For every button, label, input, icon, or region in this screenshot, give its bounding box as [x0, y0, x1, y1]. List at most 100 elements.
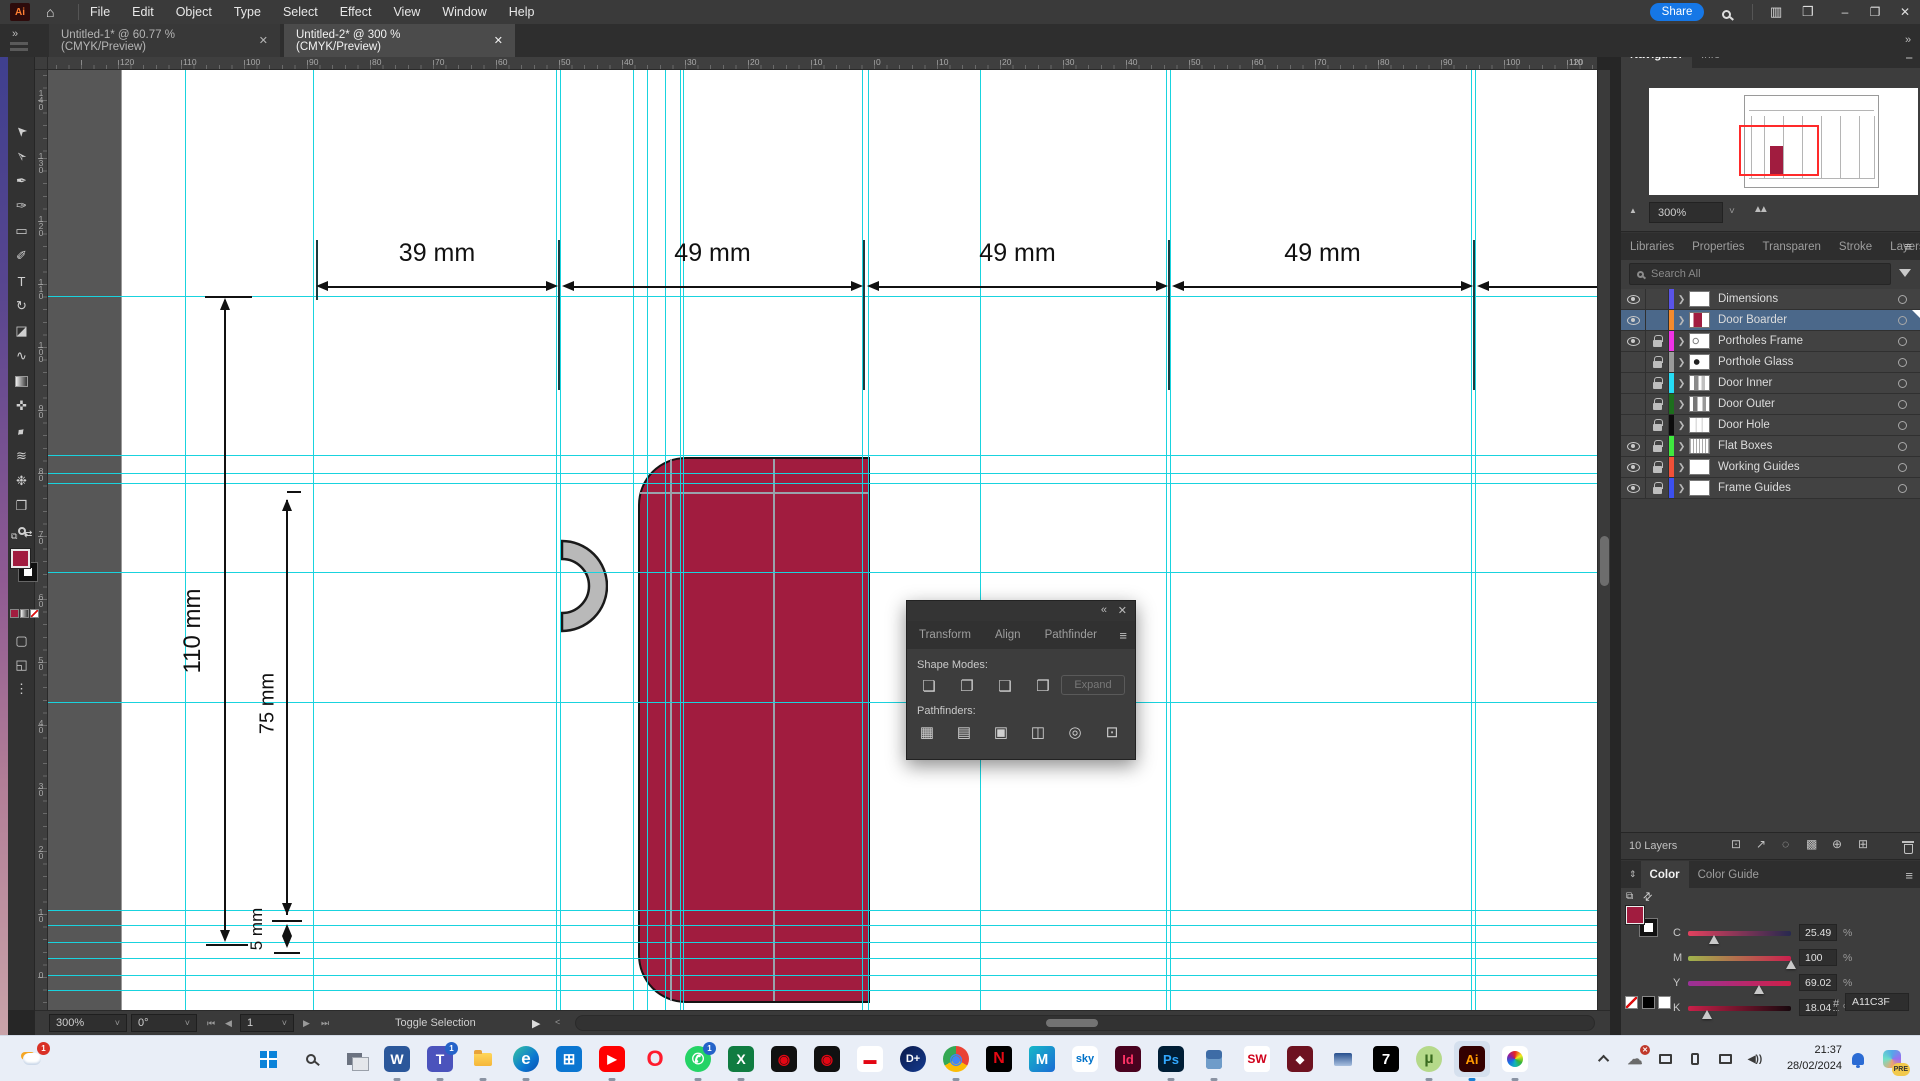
tool-button[interactable]: ◪	[8, 319, 35, 343]
slider-handle[interactable]	[1754, 985, 1764, 994]
vertical-guide[interactable]	[665, 70, 666, 1010]
ruler-origin-box[interactable]	[35, 57, 48, 70]
share-button[interactable]: Share	[1650, 3, 1704, 21]
vertical-guide[interactable]	[1471, 70, 1472, 1010]
taskbar-icon[interactable]: 7	[1368, 1041, 1404, 1077]
navigator-thumbnail[interactable]	[1649, 88, 1918, 195]
layer-name[interactable]: Door Inner	[1718, 377, 1898, 389]
minimize-button[interactable]: –	[1830, 0, 1860, 24]
layer-name[interactable]: Portholes Frame	[1718, 335, 1898, 347]
first-page-icon[interactable]: ⏮	[207, 1018, 215, 1029]
layer-row[interactable]: ❯ Dimensions	[1621, 289, 1920, 310]
horizontal-scrollbar-thumb[interactable]	[1046, 1019, 1098, 1027]
taskbar-icon[interactable]: Ai	[1454, 1041, 1490, 1077]
pathfinder-button[interactable]: ▤	[952, 721, 976, 743]
zoom-level-field[interactable]: 300% ˅	[49, 1014, 127, 1032]
panel-tab[interactable]: Pathfinder	[1033, 621, 1109, 649]
taskbar-icon[interactable]	[336, 1041, 372, 1077]
shape-mode-button[interactable]: ❒	[1031, 675, 1055, 697]
white-swatch[interactable]	[1658, 996, 1671, 1009]
taskbar-icon[interactable]: ▬	[852, 1041, 888, 1077]
taskbar-icon[interactable]: N	[981, 1041, 1017, 1077]
layer-row[interactable]: ❯ Working Guides	[1621, 457, 1920, 478]
vertical-guide[interactable]	[862, 70, 863, 1010]
layer-thumbnail[interactable]	[1689, 312, 1710, 328]
zoom-out-icon[interactable]: ▲	[1629, 206, 1637, 215]
last-page-icon[interactable]: ⏭	[321, 1018, 329, 1029]
layer-target-circle[interactable]	[1898, 316, 1907, 325]
horizontal-guide[interactable]	[48, 455, 1597, 456]
taskbar-icon[interactable]: W	[379, 1041, 415, 1077]
menu-item[interactable]: Edit	[132, 5, 154, 19]
channel-slider[interactable]	[1688, 956, 1791, 961]
toolbar-collapse-icon[interactable]: »	[12, 28, 18, 40]
layer-name[interactable]: Porthole Glass	[1718, 356, 1898, 368]
layer-thumbnail[interactable]	[1689, 459, 1710, 475]
tool-button[interactable]: T	[8, 269, 35, 293]
lock-toggle[interactable]	[1646, 394, 1669, 414]
slider-handle[interactable]	[1702, 1010, 1712, 1019]
layer-name[interactable]: Frame Guides	[1718, 482, 1898, 494]
close-tab-icon[interactable]: ✕	[259, 34, 268, 47]
vertical-guide[interactable]	[680, 70, 681, 1010]
taskbar-icon[interactable]: X	[723, 1041, 759, 1077]
fill-proxy-swatch[interactable]	[1626, 906, 1644, 924]
expand-chevron-icon[interactable]: ❯	[1674, 294, 1689, 305]
layer-thumbnail[interactable]	[1689, 333, 1710, 349]
channel-value-field[interactable]: 25.49	[1799, 924, 1837, 941]
shape-mode-button[interactable]: ❑	[993, 675, 1017, 697]
layer-thumbnail[interactable]	[1689, 396, 1710, 412]
layer-target-circle[interactable]	[1898, 337, 1907, 346]
layer-row[interactable]: ❯ Door Boarder	[1621, 310, 1920, 331]
tab-color-guide[interactable]: Color Guide	[1689, 861, 1768, 888]
layer-target-circle[interactable]	[1898, 421, 1907, 430]
tool-button[interactable]: ➤	[8, 119, 35, 143]
slider-handle[interactable]	[1709, 935, 1719, 944]
taskbar-icon[interactable]: Ps	[1153, 1041, 1189, 1077]
taskbar-icon[interactable]: Id	[1110, 1041, 1146, 1077]
lock-toggle[interactable]	[1646, 415, 1669, 435]
layer-target-circle[interactable]	[1898, 484, 1907, 493]
visibility-toggle[interactable]	[1621, 478, 1646, 498]
vertical-ruler[interactable]: 1401301201101009080706050403020100	[35, 70, 48, 1010]
panel-tab[interactable]: Align	[983, 621, 1033, 649]
shape-mode-button[interactable]: ❐	[955, 675, 979, 697]
taskbar-icon[interactable]	[465, 1041, 501, 1077]
next-page-icon[interactable]: ▶	[303, 1018, 310, 1029]
layer-target-circle[interactable]	[1898, 463, 1907, 472]
arrange-documents-icon[interactable]: ▥	[1770, 4, 1782, 20]
horizontal-guide[interactable]	[48, 483, 1597, 484]
horizontal-guide[interactable]	[48, 942, 1597, 943]
visibility-toggle[interactable]	[1621, 373, 1646, 393]
layer-row[interactable]: ❯ Door Outer	[1621, 394, 1920, 415]
tool-button[interactable]: ↻	[8, 294, 35, 318]
search-icon[interactable]	[1722, 6, 1731, 24]
none-mode-swatch[interactable]	[30, 609, 39, 618]
horizontal-guide[interactable]	[48, 990, 1597, 991]
layer-name[interactable]: Door Boarder	[1718, 314, 1898, 326]
tab-color[interactable]: Color	[1641, 861, 1689, 888]
taskbar-icon[interactable]: ⊞	[551, 1041, 587, 1077]
status-field[interactable]: Toggle Selection	[395, 1017, 476, 1029]
layers-footer-icon[interactable]: ⊡	[1731, 837, 1741, 851]
visibility-toggle[interactable]	[1621, 436, 1646, 456]
horizontal-guide[interactable]	[48, 473, 1597, 474]
document-canvas[interactable]: 39 mm 49 mm 49 mm	[48, 70, 1597, 1010]
layer-row[interactable]: ❯ Door Hole	[1621, 415, 1920, 436]
navigator-zoom-field[interactable]: 300%	[1649, 202, 1723, 223]
tray-icon[interactable]	[1712, 1041, 1738, 1077]
lock-toggle[interactable]	[1646, 373, 1669, 393]
visibility-toggle[interactable]	[1621, 331, 1646, 351]
layer-thumbnail[interactable]	[1689, 291, 1710, 307]
default-fill-stroke-icon[interactable]: ⧉	[11, 531, 17, 542]
visibility-toggle[interactable]	[1621, 457, 1646, 477]
channel-value-field[interactable]: 69.02	[1799, 974, 1837, 991]
taskbar-clock[interactable]: 21:37 28/02/2024	[1787, 1042, 1842, 1074]
pathfinder-button[interactable]: ▦	[915, 721, 939, 743]
taskbar-icon[interactable]	[293, 1041, 329, 1077]
taskbar-icon[interactable]	[250, 1041, 286, 1077]
expand-button[interactable]: Expand	[1061, 675, 1125, 695]
collapse-icon[interactable]: «	[1101, 604, 1107, 616]
panel-menu-icon[interactable]: ≡	[1119, 628, 1127, 643]
lock-toggle[interactable]	[1646, 436, 1669, 456]
